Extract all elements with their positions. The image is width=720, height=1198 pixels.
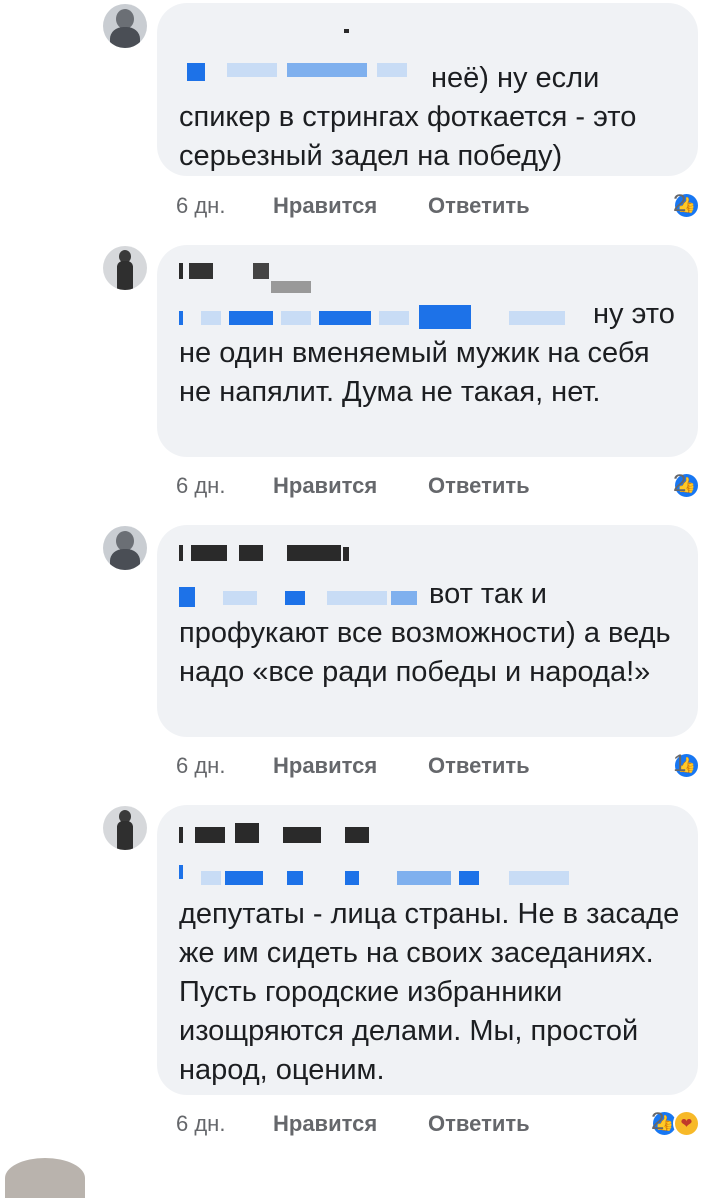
comment-bubble: неё) ну если спикер в стрингах фоткается…	[157, 3, 698, 176]
commenter-avatar[interactable]	[103, 806, 147, 850]
redacted-commenter-name[interactable]	[179, 259, 379, 293]
redacted-commenter-name[interactable]	[179, 21, 379, 43]
reply-button[interactable]: Ответить	[428, 473, 530, 499]
care-icon: ❤	[673, 1109, 700, 1137]
comment-timestamp[interactable]: 6 дн.	[176, 753, 225, 779]
comment-text: неё) ну если спикер в стрингах фоткается…	[179, 62, 645, 172]
like-button[interactable]: Нравится	[273, 1111, 377, 1137]
comment-actions: 6 дн. Нравится Ответить 2 👍	[176, 470, 700, 503]
comment-text: вот так и профукают все возможности) а в…	[179, 578, 679, 688]
redacted-mention[interactable]	[179, 859, 599, 885]
like-button[interactable]: Нравится	[273, 753, 377, 779]
comment-actions: 6 дн. Нравится Ответить 1 👍	[176, 750, 700, 783]
like-button[interactable]: Нравится	[273, 193, 377, 219]
comment-actions: 6 дн. Нравится Ответить 2 👍 ❤	[176, 1108, 700, 1141]
reaction-count: 1	[673, 750, 687, 777]
reply-button[interactable]: Ответить	[428, 753, 530, 779]
comment-bubble: вот так и профукают все возможности) а в…	[157, 525, 698, 737]
reaction-summary[interactable]: 2 👍	[673, 470, 700, 500]
comment-timestamp[interactable]: 6 дн.	[176, 1111, 225, 1137]
reaction-count: 2	[651, 1108, 665, 1135]
reaction-summary[interactable]: 2 👍 ❤	[651, 1108, 700, 1138]
comment-timestamp[interactable]: 6 дн.	[176, 193, 225, 219]
reply-button[interactable]: Ответить	[428, 1111, 530, 1137]
reaction-summary[interactable]: 1 👍	[673, 750, 700, 780]
redacted-commenter-name[interactable]	[179, 821, 399, 843]
comment-actions: 6 дн. Нравится Ответить 2 👍	[176, 190, 700, 223]
like-button[interactable]: Нравится	[273, 473, 377, 499]
reply-button[interactable]: Ответить	[428, 193, 530, 219]
comment-bubble: депутаты - лица страны. Не в засаде же и…	[157, 805, 698, 1095]
comment-text: ну это не один вменяемый мужик на себя н…	[179, 298, 675, 408]
comment-bubble: ну это не один вменяемый мужик на себя н…	[157, 245, 698, 457]
commenter-avatar[interactable]	[103, 526, 147, 570]
comment-timestamp[interactable]: 6 дн.	[176, 473, 225, 499]
reaction-summary[interactable]: 2 👍	[673, 190, 700, 220]
reaction-count: 2	[673, 190, 687, 217]
next-commenter-avatar[interactable]	[5, 1158, 85, 1198]
comment-text: депутаты - лица страны. Не в засаде же и…	[179, 898, 688, 1086]
redacted-commenter-name[interactable]	[179, 539, 379, 561]
commenter-avatar[interactable]	[103, 4, 147, 48]
reaction-count: 2	[673, 470, 687, 497]
commenter-avatar[interactable]	[103, 246, 147, 290]
